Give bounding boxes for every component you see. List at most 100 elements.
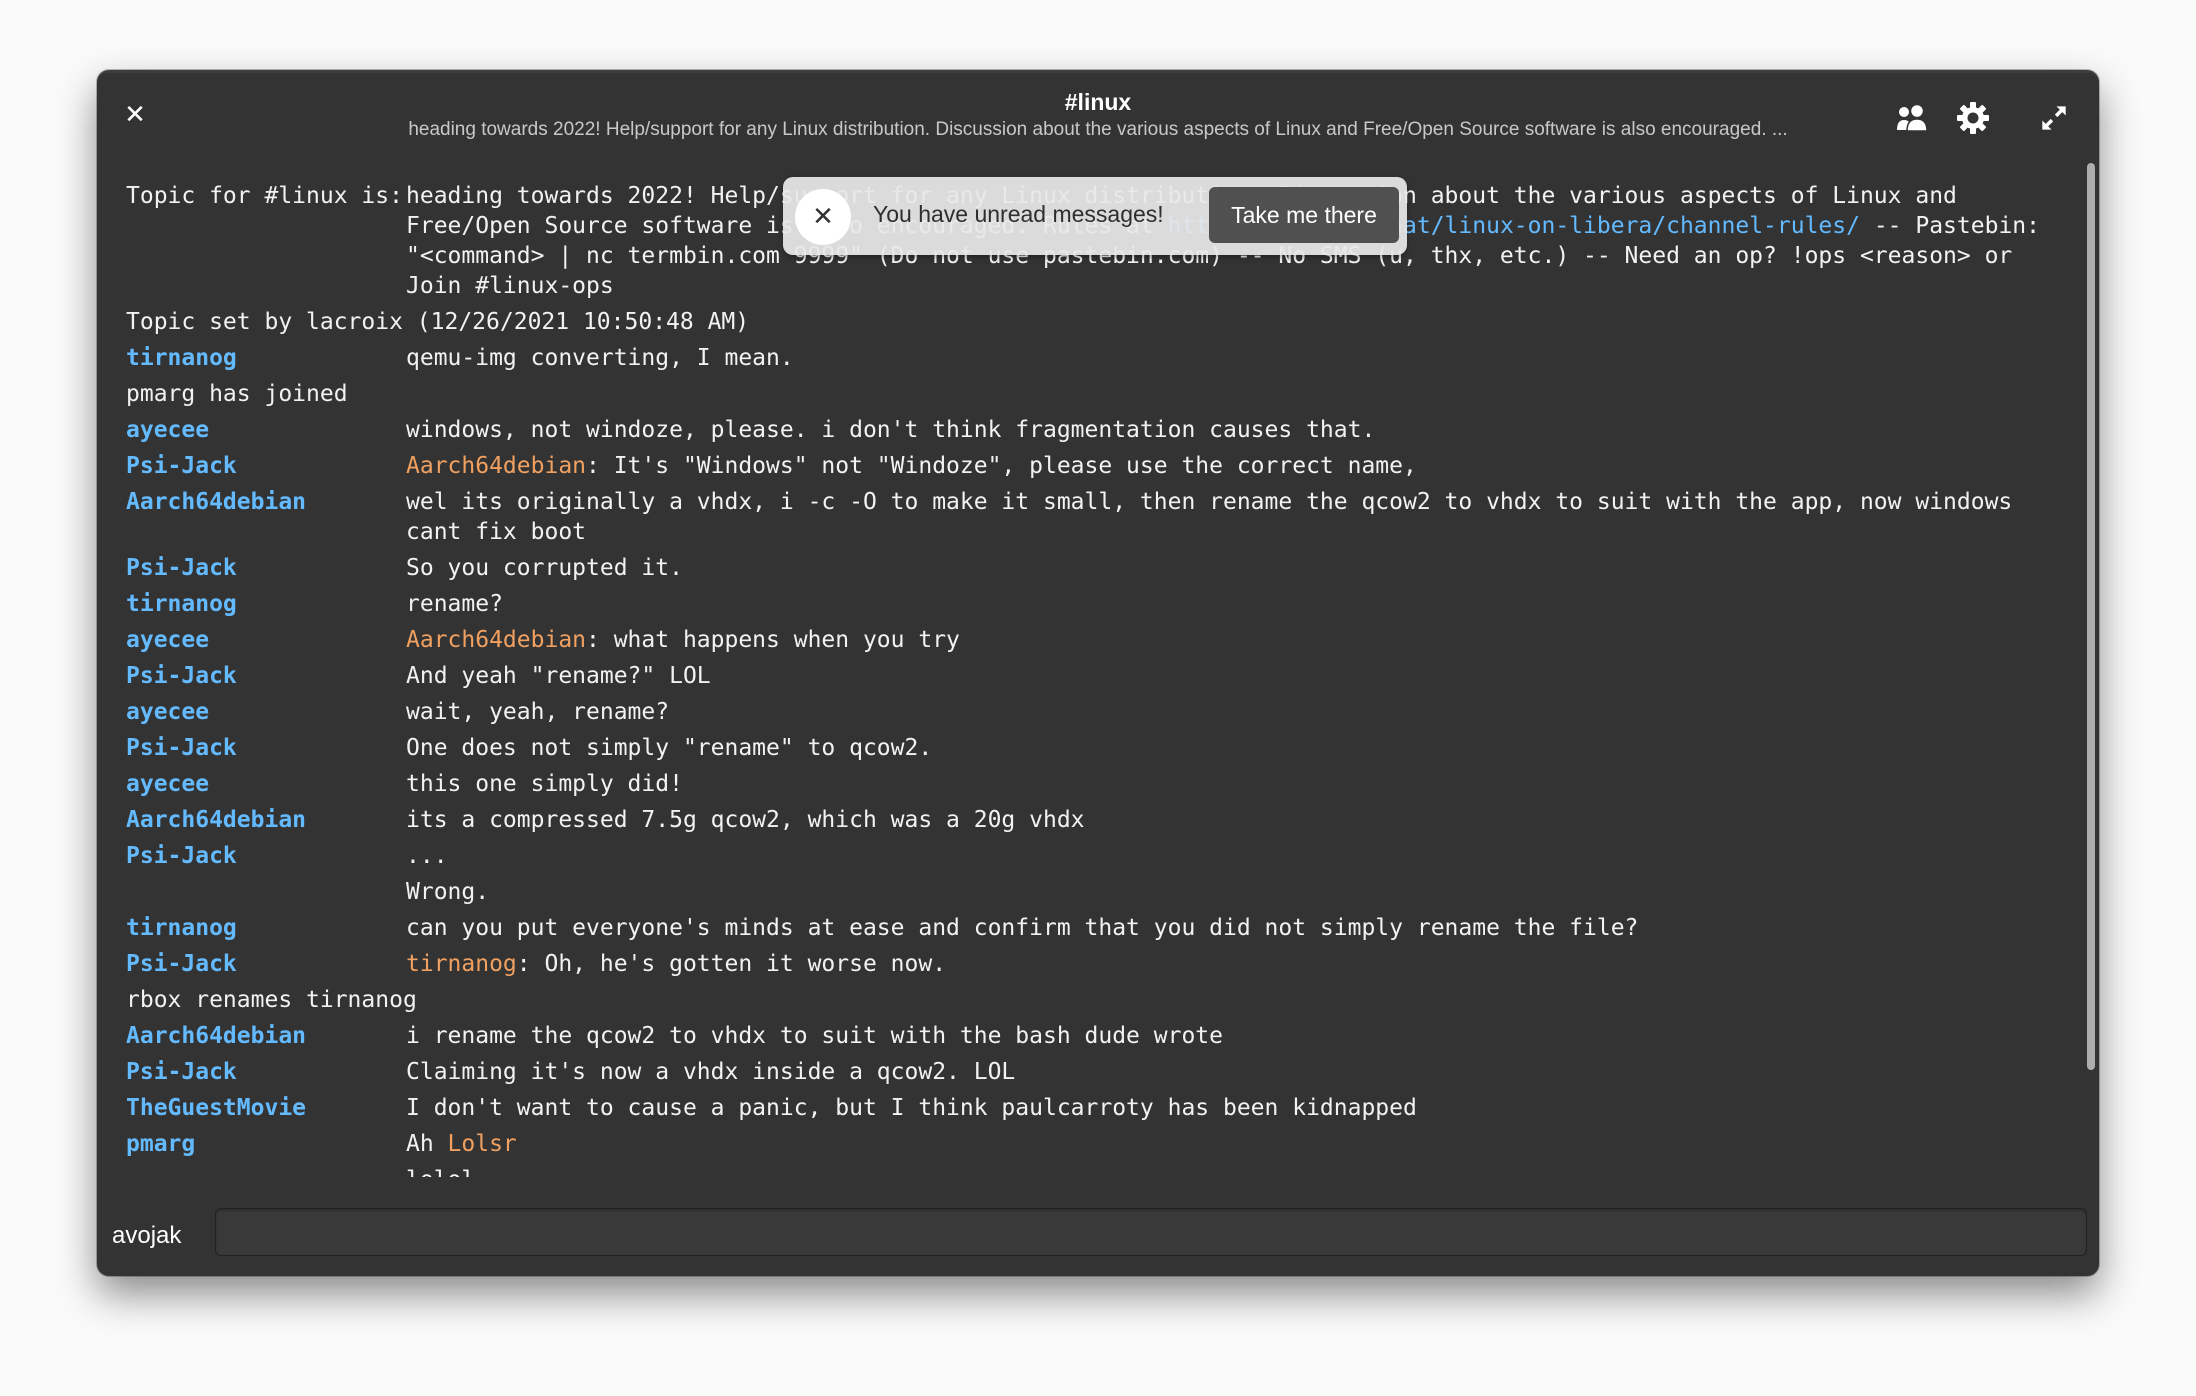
take-me-there-button[interactable]: Take me there — [1209, 187, 1399, 243]
event-row: pmarg has joined — [126, 379, 2099, 409]
message-row: Aarch64debian i rename the qcow2 to vhdx … — [126, 1021, 2099, 1051]
message-row: Psi-Jack Aarch64debian: It's "Windows" no… — [126, 451, 2099, 481]
mention[interactable]: Aarch64debian — [406, 453, 586, 479]
message-body: wel its originally a vhdx, i -c -O to ma… — [406, 489, 2027, 545]
message-nick[interactable]: TheGuestMovie — [126, 1093, 406, 1123]
message-body: i rename the qcow2 to vhdx to suit with … — [406, 1023, 1223, 1049]
message-row: Aarch64debian wel its originally a vhdx, … — [126, 487, 2099, 547]
scrollbar-thumb[interactable] — [2087, 163, 2095, 1070]
toast-close-button[interactable]: ✕ — [795, 189, 851, 245]
message-text: ... — [406, 841, 2046, 871]
message-body: qemu-img converting, I mean. — [406, 345, 794, 371]
message-nick[interactable]: Aarch64debian — [126, 1021, 406, 1051]
message-row: ayecee wait, yeah, rename? — [126, 697, 2099, 727]
message-body: : what happens when you try — [586, 627, 960, 653]
message-nick[interactable]: Aarch64debian — [126, 805, 406, 835]
message-nick[interactable]: Psi-Jack — [126, 949, 406, 979]
message-body: Wrong. — [406, 879, 490, 905]
channel-topic-subtitle: heading towards 2022! Help/support for a… — [408, 119, 1788, 140]
message-text: can you put everyone's minds at ease and… — [406, 913, 2046, 943]
message-row: ayecee windows, not windoze, please. i do… — [126, 415, 2099, 445]
message-nick[interactable]: Psi-Jack — [126, 451, 406, 481]
event-text: pmarg has joined — [126, 381, 348, 407]
fullscreen-button[interactable] — [2039, 100, 2069, 136]
message-list: tirnanog qemu-img converting, I mean. pmar… — [126, 343, 2099, 1159]
message-row: ayecee Aarch64debian: what happens when y… — [126, 625, 2099, 655]
topic-label: Topic for #linux is: — [126, 183, 403, 209]
mention[interactable]: Lolsr — [448, 1131, 517, 1157]
message-nick[interactable]: Aarch64debian — [126, 487, 406, 547]
message-body: its a compressed 7.5g qcow2, which was a… — [406, 807, 1085, 833]
toast-message: You have unread messages! — [873, 201, 1164, 227]
message-body: And yeah "rename?" LOL — [406, 663, 711, 689]
message-nick — [126, 877, 406, 907]
message-row: Aarch64debian its a compressed 7.5g qcow2… — [126, 805, 2099, 835]
message-row: tirnanog rename? — [126, 589, 2099, 619]
message-input[interactable] — [215, 1208, 2087, 1256]
message-text: I don't want to cause a panic, but I thi… — [406, 1093, 2046, 1123]
message-text: its a compressed 7.5g qcow2, which was a… — [406, 805, 2046, 835]
close-icon: ✕ — [812, 202, 834, 232]
message-body: Claiming it's now a vhdx inside a qcow2.… — [406, 1059, 1016, 1085]
message-text: Aarch64debian: what happens when you try — [406, 625, 2046, 655]
message-body: this one simply did! — [406, 771, 683, 797]
current-nickname: avojak — [112, 1222, 182, 1249]
message-text: qemu-img converting, I mean. — [406, 343, 2046, 373]
chat-window: ✕ #linux heading towards 2022! Help/supp… — [97, 70, 2099, 1276]
message-text: i rename the qcow2 to vhdx to suit with … — [406, 1021, 2046, 1051]
message-log: Topic for #linux is: heading towards 202… — [126, 181, 2099, 1181]
message-row: Psi-Jack... — [126, 841, 2099, 871]
message-row: Psi-Jack tirnanog: Oh, he's gotten it wor… — [126, 949, 2099, 979]
message-text: Wrong. — [406, 877, 2046, 907]
message-row: ayecee this one simply did! — [126, 769, 2099, 799]
message-text: And yeah "rename?" LOL — [406, 661, 2046, 691]
message-body: ... — [406, 843, 448, 869]
message-body: can you put everyone's minds at ease and… — [406, 915, 1639, 941]
message-row: Psi-Jack One does not simply "rename" to … — [126, 733, 2099, 763]
message-nick[interactable]: Psi-Jack — [126, 553, 406, 583]
message-nick[interactable]: Psi-Jack — [126, 733, 406, 763]
message-row: TheGuestMovie I don't want to cause a pan… — [126, 1093, 2099, 1123]
message-text: Aarch64debian: It's "Windows" not "Windo… — [406, 451, 2046, 481]
mention[interactable]: tirnanog — [406, 951, 517, 977]
message-text: So you corrupted it. — [406, 553, 2046, 583]
unread-messages-toast: ✕ You have unread messages! Take me ther… — [783, 177, 1407, 255]
message-row: Psi-Jack Claiming it's now a vhdx inside … — [126, 1057, 2099, 1087]
message-text: windows, not windoze, please. i don't th… — [406, 415, 2046, 445]
channel-title: #linux — [1064, 89, 1132, 115]
message-text: tirnanog: Oh, he's gotten it worse now. — [406, 949, 2046, 979]
message-body: : It's "Windows" not "Windoze", please u… — [586, 453, 1417, 479]
message-nick[interactable]: ayecee — [126, 625, 406, 655]
message-text: One does not simply "rename" to qcow2. — [406, 733, 2046, 763]
message-nick[interactable]: tirnanog — [126, 913, 406, 943]
message-row: Psi-Jack And yeah "rename?" LOL — [126, 661, 2099, 691]
settings-button[interactable] — [1955, 100, 1991, 136]
partial-message-line: lolol — [406, 1165, 2099, 1177]
message-body: rename? — [406, 591, 503, 617]
message-nick[interactable]: Psi-Jack — [126, 1057, 406, 1087]
message-row: pmarg Ah Lolsr — [126, 1129, 2099, 1159]
members-button[interactable] — [1894, 100, 1930, 136]
message-nick[interactable]: Psi-Jack — [126, 841, 406, 871]
topic-set-by-row: Topic set by lacroix (12/26/2021 10:50:4… — [126, 307, 2099, 337]
mention[interactable]: Aarch64debian — [406, 627, 586, 653]
message-nick[interactable]: pmarg — [126, 1129, 406, 1159]
message-body: So you corrupted it. — [406, 555, 683, 581]
message-nick[interactable]: ayecee — [126, 697, 406, 727]
message-body: windows, not windoze, please. i don't th… — [406, 417, 1376, 443]
event-row: rbox renames tirnanog — [126, 985, 2099, 1015]
event-text: rbox renames tirnanog — [126, 987, 417, 1013]
gear-icon — [1957, 102, 1989, 134]
message-text: wel its originally a vhdx, i -c -O to ma… — [406, 487, 2046, 547]
message-nick[interactable]: tirnanog — [126, 343, 406, 373]
message-nick[interactable]: ayecee — [126, 769, 406, 799]
message-body: One does not simply "rename" to qcow2. — [406, 735, 933, 761]
message-body: I don't want to cause a panic, but I thi… — [406, 1095, 1417, 1121]
message-row: Psi-Jack So you corrupted it. — [126, 553, 2099, 583]
input-footer: avojak — [97, 1208, 2099, 1276]
people-icon — [1897, 103, 1928, 132]
message-nick[interactable]: Psi-Jack — [126, 661, 406, 691]
message-nick[interactable]: tirnanog — [126, 589, 406, 619]
message-nick[interactable]: ayecee — [126, 415, 406, 445]
message-row: tirnanog can you put everyone's minds at … — [126, 913, 2099, 943]
